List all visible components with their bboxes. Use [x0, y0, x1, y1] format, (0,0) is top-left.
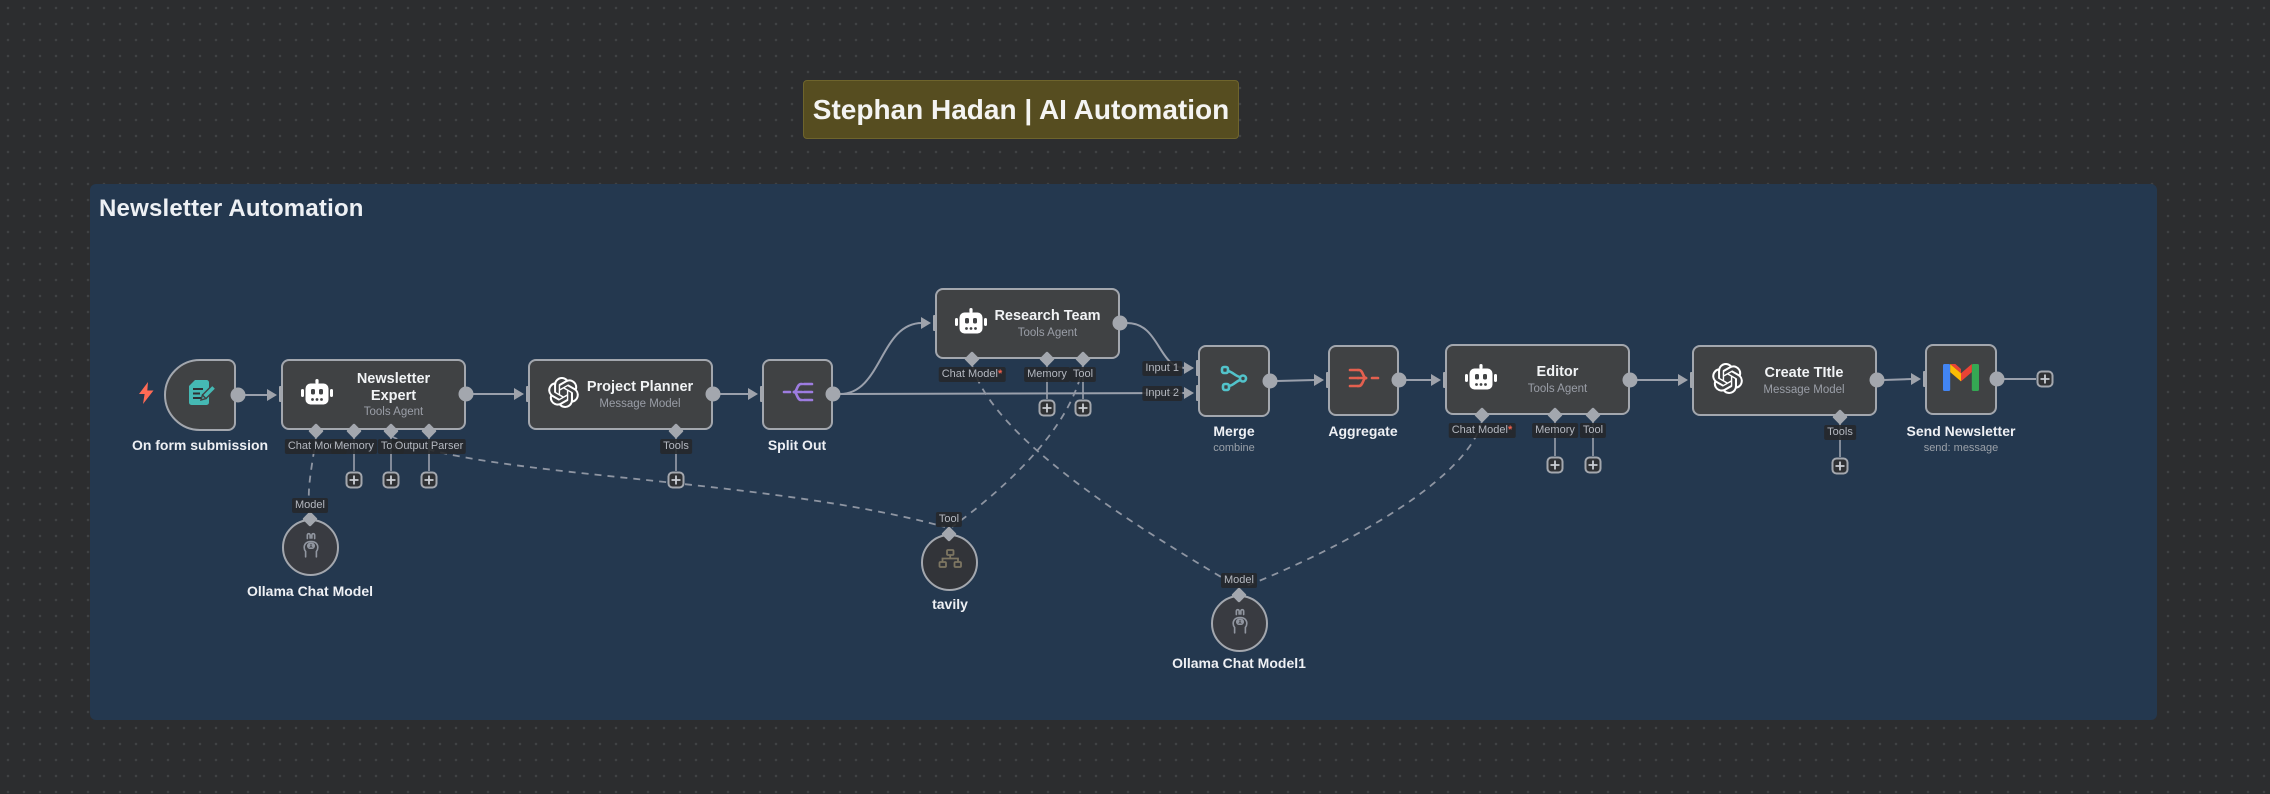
node-project-planner[interactable]: Project Planner Message Model [528, 359, 713, 430]
input-label-1: Input 1 [1142, 361, 1182, 376]
input-port[interactable] [1326, 372, 1330, 388]
add-tool-button[interactable] [383, 472, 400, 489]
add-memory-button[interactable] [1547, 457, 1564, 474]
openai-icon [548, 377, 579, 413]
node-text: Research Team Tools Agent [987, 308, 1118, 339]
node-text: Editor Tools Agent [1497, 364, 1628, 395]
port-label: Tools [660, 439, 692, 454]
output-port[interactable] [1263, 374, 1278, 389]
node-label-ollama-chat-model1: Ollama Chat Model1 [1172, 655, 1306, 671]
port-label: Chat Model* [1449, 423, 1516, 438]
input-port[interactable] [760, 386, 764, 402]
add-memory-button[interactable] [346, 472, 363, 489]
node-aggregate[interactable] [1328, 345, 1399, 416]
port-label: Memory [1532, 423, 1578, 438]
node-text: Newsletter Expert Tools Agent [333, 371, 464, 418]
node-on-form-submission[interactable] [164, 359, 236, 431]
add-tool-button[interactable] [1075, 400, 1092, 417]
node-split-out[interactable] [762, 359, 833, 430]
node-merge[interactable] [1198, 345, 1270, 417]
tavily-sitemap-icon [937, 548, 963, 577]
output-port[interactable] [706, 387, 721, 402]
node-label-ollama-chat-model: Ollama Chat Model [247, 583, 373, 599]
input-port[interactable] [1690, 372, 1694, 388]
node-label-merge: Merge combine [1213, 423, 1255, 454]
input-port[interactable] [1923, 371, 1927, 387]
add-memory-button[interactable] [1039, 400, 1056, 417]
output-port[interactable] [231, 388, 246, 403]
add-output-parser-button[interactable] [421, 472, 438, 489]
input-port[interactable] [933, 315, 937, 331]
node-send-newsletter[interactable] [1925, 344, 1997, 415]
output-port[interactable] [459, 387, 474, 402]
node-text: Project Planner Message Model [579, 379, 711, 410]
node-newsletter-expert[interactable]: Newsletter Expert Tools Agent [281, 359, 466, 430]
openai-icon [1712, 363, 1743, 399]
node-label-on-form-submission: On form submission [132, 437, 268, 453]
add-tools-button[interactable] [1832, 458, 1849, 475]
split-out-icon [781, 377, 815, 412]
form-icon [183, 376, 217, 415]
output-port[interactable] [1113, 316, 1128, 331]
input-port[interactable] [526, 386, 530, 402]
node-create-title[interactable]: Create TItle Message Model [1692, 345, 1877, 416]
node-label-split-out: Split Out [768, 437, 826, 453]
aggregate-icon [1347, 363, 1381, 398]
node-editor[interactable]: Editor Tools Agent [1445, 344, 1630, 415]
gmail-icon [1943, 364, 1979, 396]
node-tavily[interactable] [921, 534, 978, 591]
port-label: Tool [936, 512, 962, 527]
input-port-2[interactable] [1196, 385, 1200, 401]
port-label: Memory [331, 439, 377, 454]
merge-icon [1218, 363, 1250, 400]
node-ollama-chat-model[interactable] [282, 519, 339, 576]
sticky-note-title: Newsletter Automation [99, 195, 364, 223]
ollama-llama-icon [1227, 607, 1253, 640]
port-label: Model [1221, 573, 1257, 588]
add-node-button[interactable] [2037, 371, 2054, 388]
port-label: Tool [1580, 423, 1606, 438]
ollama-llama-icon [298, 531, 324, 564]
node-label-send-newsletter: Send Newsletter send: message [1907, 423, 2016, 454]
banner-title: Stephan Hadan | AI Automation [813, 94, 1229, 126]
output-port[interactable] [1392, 373, 1407, 388]
workflow-canvas[interactable]: Newsletter Automation Stephan Hadan | AI… [0, 0, 2270, 794]
port-label: Model [292, 498, 328, 513]
port-label: Tools [1824, 425, 1856, 440]
port-label: Chat Model* [939, 367, 1006, 382]
output-port[interactable] [1990, 372, 2005, 387]
output-port[interactable] [826, 387, 841, 402]
node-label-tavily: tavily [932, 596, 968, 612]
robot-agent-icon [955, 308, 987, 340]
node-research-team[interactable]: Research Team Tools Agent [935, 288, 1120, 359]
input-port[interactable] [279, 386, 283, 402]
output-port[interactable] [1623, 373, 1638, 388]
output-port[interactable] [1870, 373, 1885, 388]
node-label-aggregate: Aggregate [1328, 423, 1397, 439]
input-port-1[interactable] [1196, 360, 1200, 376]
robot-agent-icon [301, 379, 333, 411]
node-ollama-chat-model1[interactable] [1211, 595, 1268, 652]
port-label: Tool [1070, 367, 1096, 382]
input-label-2: Input 2 [1142, 386, 1182, 401]
add-tool-button[interactable] [1585, 457, 1602, 474]
input-port[interactable] [1443, 372, 1447, 388]
add-tools-button[interactable] [668, 472, 685, 489]
robot-agent-icon [1465, 364, 1497, 396]
node-text: Create TItle Message Model [1743, 365, 1875, 396]
port-label: Memory [1024, 367, 1070, 382]
trigger-bolt-icon [139, 382, 154, 409]
port-label: Output Parser [392, 439, 466, 454]
banner-sticky[interactable]: Stephan Hadan | AI Automation [803, 80, 1239, 139]
